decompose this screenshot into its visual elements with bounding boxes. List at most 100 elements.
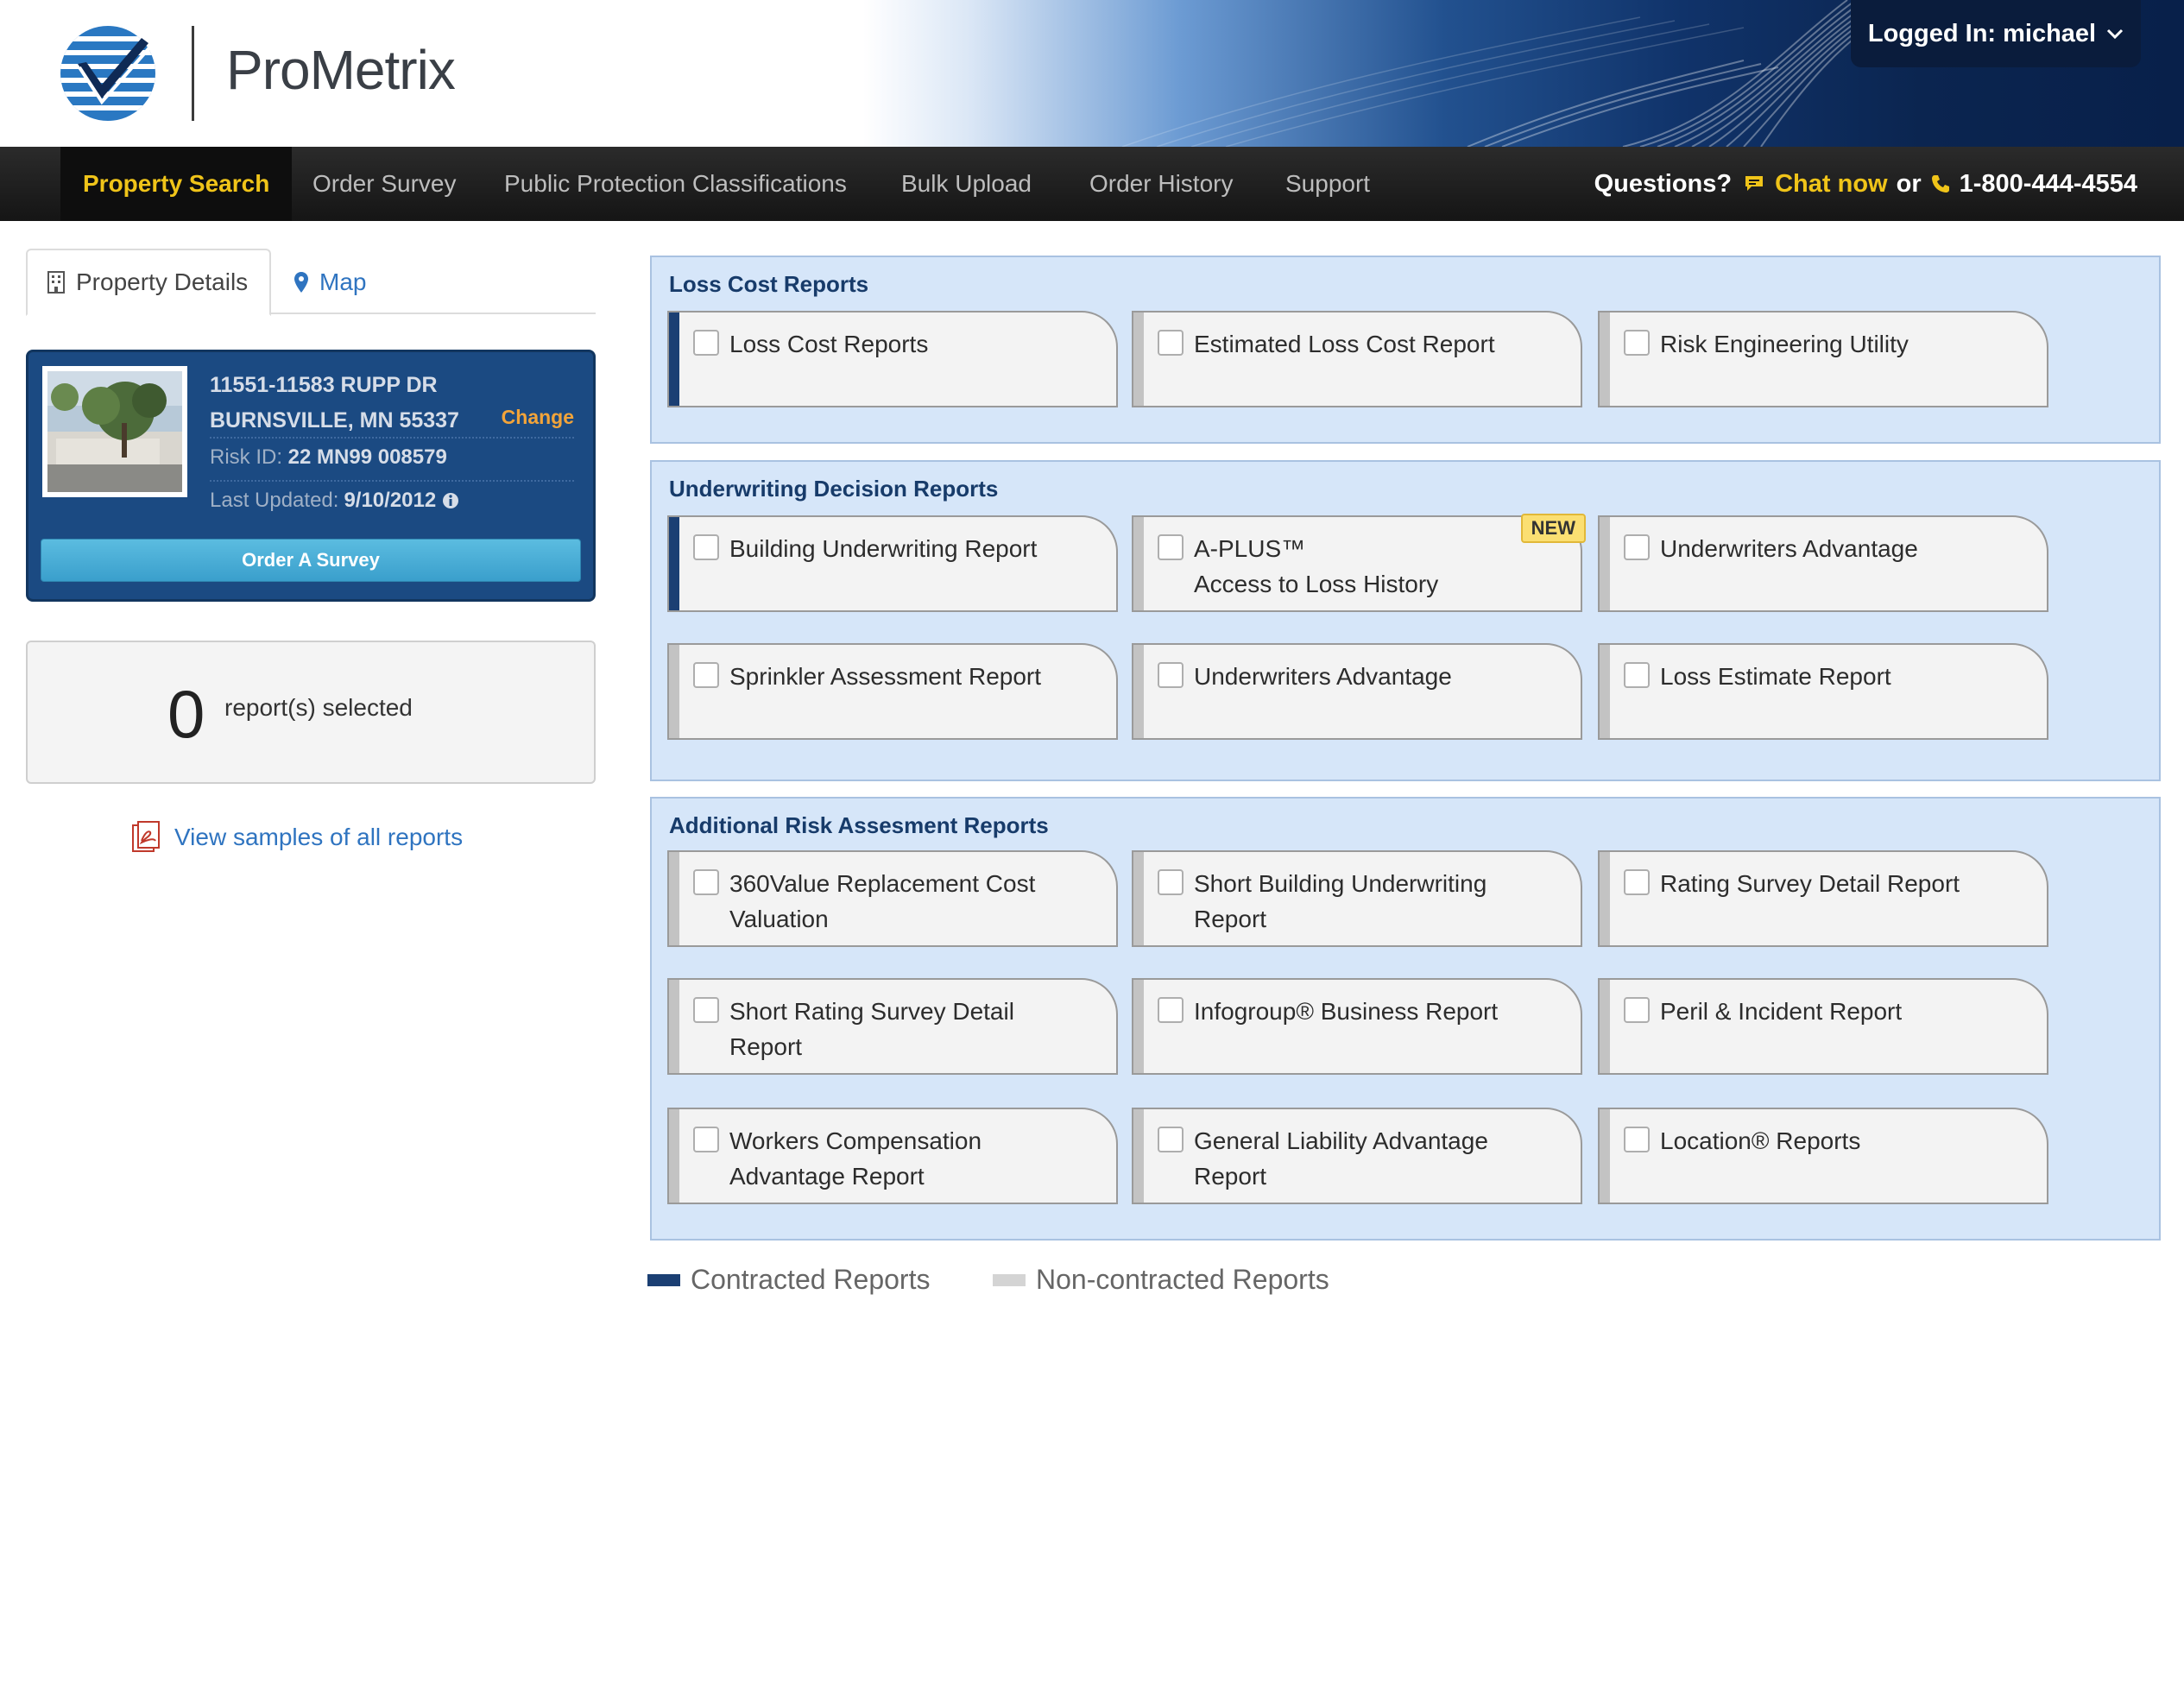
report-card-short-rating-survey[interactable]: Short Rating Survey Detail Report: [667, 978, 1118, 1075]
legend-swatch-noncontracted: [993, 1273, 1026, 1286]
contract-strip: [1600, 852, 1610, 945]
report-checkbox[interactable]: [693, 662, 719, 688]
view-samples-label: View samples of all reports: [174, 824, 464, 850]
nav-order-survey[interactable]: Order Survey: [312, 147, 457, 221]
report-label: Rating Survey Detail Report: [1660, 870, 1960, 897]
order-survey-button[interactable]: Order A Survey: [41, 539, 581, 582]
contract-strip: [1133, 1109, 1144, 1203]
report-label: Infogroup® Business Report: [1194, 998, 1499, 1025]
or-label: or: [1896, 169, 1922, 198]
chat-now-link[interactable]: Chat now: [1775, 170, 1888, 199]
questions-label: Questions?: [1594, 169, 1733, 198]
report-label: Loss Cost Reports: [729, 331, 929, 357]
contract-strip: [1133, 645, 1144, 738]
info-icon[interactable]: [441, 491, 460, 510]
phone-number[interactable]: 1-800-444-4554: [1960, 170, 2137, 199]
chevron-down-icon: [2107, 28, 2124, 40]
tab-map[interactable]: Map: [294, 249, 366, 316]
prometrix-check-globe-icon[interactable]: [59, 24, 157, 123]
reports-selected-label: report(s) selected: [224, 694, 413, 721]
brand-name[interactable]: ProMetrix: [226, 38, 456, 102]
report-card-building-underwriting[interactable]: Building Underwriting Report: [667, 515, 1118, 612]
report-card-360value[interactable]: 360Value Replacement Cost Valuation: [667, 850, 1118, 947]
section-title: Additional Risk Assesment Reports: [669, 812, 1049, 838]
view-samples-link[interactable]: View samples of all reports: [129, 820, 463, 855]
report-label: 360Value Replacement Cost Valuation: [729, 866, 1082, 937]
user-menu-button[interactable]: Logged In: michael: [1851, 0, 2141, 67]
report-label: Underwriters Advantage: [1660, 535, 1918, 562]
report-card-underwriters-advantage-2[interactable]: Underwriters Advantage: [1132, 643, 1582, 740]
legend-swatch-contracted: [647, 1273, 680, 1286]
property-photo[interactable]: [42, 366, 187, 497]
nav-property-search[interactable]: Property Search: [60, 147, 293, 221]
report-label-line-2: Advantage Report: [729, 1163, 925, 1190]
report-card-workers-compensation[interactable]: Workers Compensation Advantage Report: [667, 1108, 1118, 1204]
report-card-underwriters-advantage[interactable]: Underwriters Advantage: [1598, 515, 2048, 612]
report-card-sprinkler-assessment[interactable]: Sprinkler Assessment Report: [667, 643, 1118, 740]
contract-strip: [1133, 852, 1144, 945]
property-card: 11551-11583 RUPP DR BURNSVILLE, MN 55337…: [26, 350, 596, 602]
logged-in-label: Logged In: michael: [1867, 19, 2097, 47]
report-checkbox[interactable]: [693, 534, 719, 560]
report-label-line-2: Report: [729, 1033, 803, 1060]
report-checkbox[interactable]: [693, 869, 719, 895]
contract-strip: [669, 980, 679, 1073]
site-header: ProMetrix Logged In: michael: [0, 0, 2184, 147]
report-checkbox[interactable]: [1158, 869, 1184, 895]
report-card-estimated-loss-cost[interactable]: Estimated Loss Cost Report: [1132, 311, 1582, 407]
report-checkbox[interactable]: [1158, 1127, 1184, 1152]
report-checkbox[interactable]: [1624, 997, 1650, 1023]
report-checkbox[interactable]: [1624, 662, 1650, 688]
report-label-line-1: Short Rating Survey Detail: [729, 998, 1014, 1025]
contract-strip: [1600, 313, 1610, 406]
report-label: Short Building Underwriting Report: [1194, 866, 1546, 937]
legend-noncontracted-label: Non-contracted Reports: [1036, 1264, 1329, 1295]
report-label-line-1: Short Building Underwriting: [1194, 870, 1487, 897]
tab-map-label: Map: [319, 268, 367, 295]
report-card-rating-survey-detail[interactable]: Rating Survey Detail Report: [1598, 850, 2048, 947]
report-checkbox[interactable]: [1624, 534, 1650, 560]
report-checkbox[interactable]: [1158, 330, 1184, 356]
nav-support[interactable]: Support: [1285, 147, 1370, 221]
report-label-line-2: Access to Loss History: [1194, 571, 1439, 597]
legend-contracted: Contracted Reports: [647, 1264, 930, 1296]
chat-bubble-icon: [1745, 176, 1764, 191]
report-checkbox[interactable]: [693, 997, 719, 1023]
report-label: Location® Reports: [1660, 1127, 1861, 1154]
report-checkbox[interactable]: [1158, 997, 1184, 1023]
tab-property-details[interactable]: Property Details: [26, 249, 271, 316]
report-checkbox[interactable]: [1624, 869, 1650, 895]
report-card-risk-engineering-utility[interactable]: Risk Engineering Utility: [1598, 311, 2048, 407]
report-card-short-building-underwriting[interactable]: Short Building Underwriting Report: [1132, 850, 1582, 947]
building-icon: [47, 271, 65, 294]
report-checkbox[interactable]: [1624, 1127, 1650, 1152]
report-checkbox[interactable]: [1624, 330, 1650, 356]
change-address-link[interactable]: Change: [502, 406, 574, 429]
report-card-peril-incident[interactable]: Peril & Incident Report: [1598, 978, 2048, 1075]
new-badge: NEW: [1520, 514, 1586, 543]
report-card-general-liability[interactable]: General Liability Advantage Report: [1132, 1108, 1582, 1204]
nav-bulk-upload[interactable]: Bulk Upload: [901, 147, 1032, 221]
nav-public-protection-classifications[interactable]: Public Protection Classifications: [504, 147, 847, 221]
report-card-loss-cost-reports[interactable]: Loss Cost Reports: [667, 311, 1118, 407]
report-checkbox[interactable]: [1158, 662, 1184, 688]
nav-order-history[interactable]: Order History: [1089, 147, 1233, 221]
report-label-line-1: Workers Compensation: [729, 1127, 982, 1154]
report-card-infogroup-business[interactable]: Infogroup® Business Report: [1132, 978, 1582, 1075]
logo-divider: [192, 26, 194, 121]
phone-icon: [1931, 175, 1949, 193]
report-label: General Liability Advantage Report: [1194, 1123, 1546, 1194]
report-card-location-reports[interactable]: Location® Reports: [1598, 1108, 2048, 1204]
report-label-line-2: Report: [1194, 906, 1267, 932]
section-title: Underwriting Decision Reports: [669, 476, 999, 502]
report-checkbox[interactable]: [693, 1127, 719, 1152]
report-label: A-PLUS™ Access to Loss History: [1194, 531, 1546, 602]
section-additional-risk: Additional Risk Assesment Reports 360Val…: [650, 797, 2161, 1241]
address-line-2: BURNSVILLE, MN 55337: [210, 408, 459, 432]
report-label: Loss Estimate Report: [1660, 663, 1891, 690]
report-card-loss-estimate[interactable]: Loss Estimate Report: [1598, 643, 2048, 740]
contract-strip: [1600, 980, 1610, 1073]
report-checkbox[interactable]: [1158, 534, 1184, 560]
report-checkbox[interactable]: [693, 330, 719, 356]
report-card-a-plus[interactable]: A-PLUS™ Access to Loss History NEW: [1132, 514, 1586, 612]
